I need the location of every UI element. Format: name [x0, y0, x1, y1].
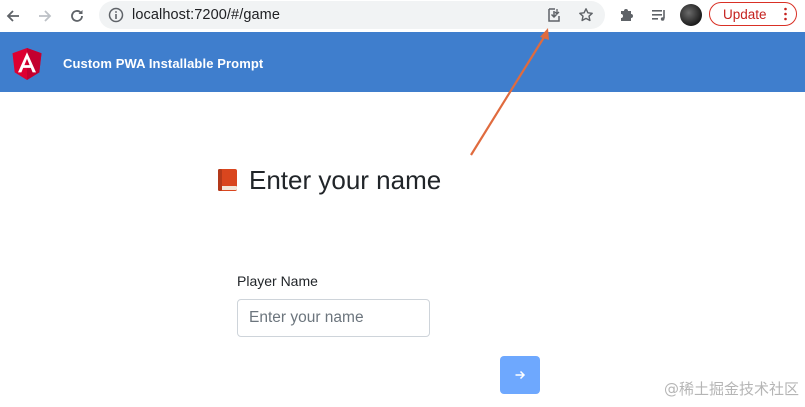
submit-button[interactable]: [500, 356, 540, 394]
player-name-label: Player Name: [237, 273, 318, 289]
more-vertical-icon: [784, 7, 787, 21]
star-icon: [579, 8, 593, 22]
update-label: Update: [723, 6, 767, 22]
player-name-input[interactable]: [237, 299, 430, 337]
watermark: @稀土掘金技术社区: [663, 380, 799, 398]
install-icon: [548, 8, 560, 22]
install-app-button[interactable]: [545, 6, 563, 24]
app-title: Custom PWA Installable Prompt: [63, 56, 264, 71]
forward-button[interactable]: [33, 4, 57, 28]
update-button[interactable]: Update: [709, 2, 797, 26]
browser-toolbar: localhost:7200/#/game Update: [0, 0, 805, 32]
arrow-right-icon: [515, 370, 526, 380]
app-header: Custom PWA Installable Prompt: [0, 32, 805, 92]
forward-arrow-icon: [39, 10, 52, 22]
puzzle-icon: [621, 9, 633, 21]
back-button[interactable]: [1, 4, 25, 28]
book-icon: [218, 169, 237, 191]
playlist-icon: [652, 10, 665, 21]
reload-button[interactable]: [65, 4, 89, 28]
back-arrow-icon: [6, 10, 19, 22]
angular-logo-icon[interactable]: [11, 47, 43, 81]
info-icon[interactable]: [108, 7, 124, 23]
url-text[interactable]: localhost:7200/#/game: [132, 7, 280, 23]
profile-avatar[interactable]: [680, 4, 702, 26]
extensions-button[interactable]: [617, 5, 637, 25]
heading-text: Enter your name: [249, 164, 442, 195]
bookmark-button[interactable]: [577, 6, 595, 24]
address-bar[interactable]: localhost:7200/#/game: [99, 1, 605, 29]
reading-list-button[interactable]: [649, 5, 669, 25]
reload-icon: [71, 10, 83, 22]
page-heading: Enter your name: [215, 163, 441, 197]
